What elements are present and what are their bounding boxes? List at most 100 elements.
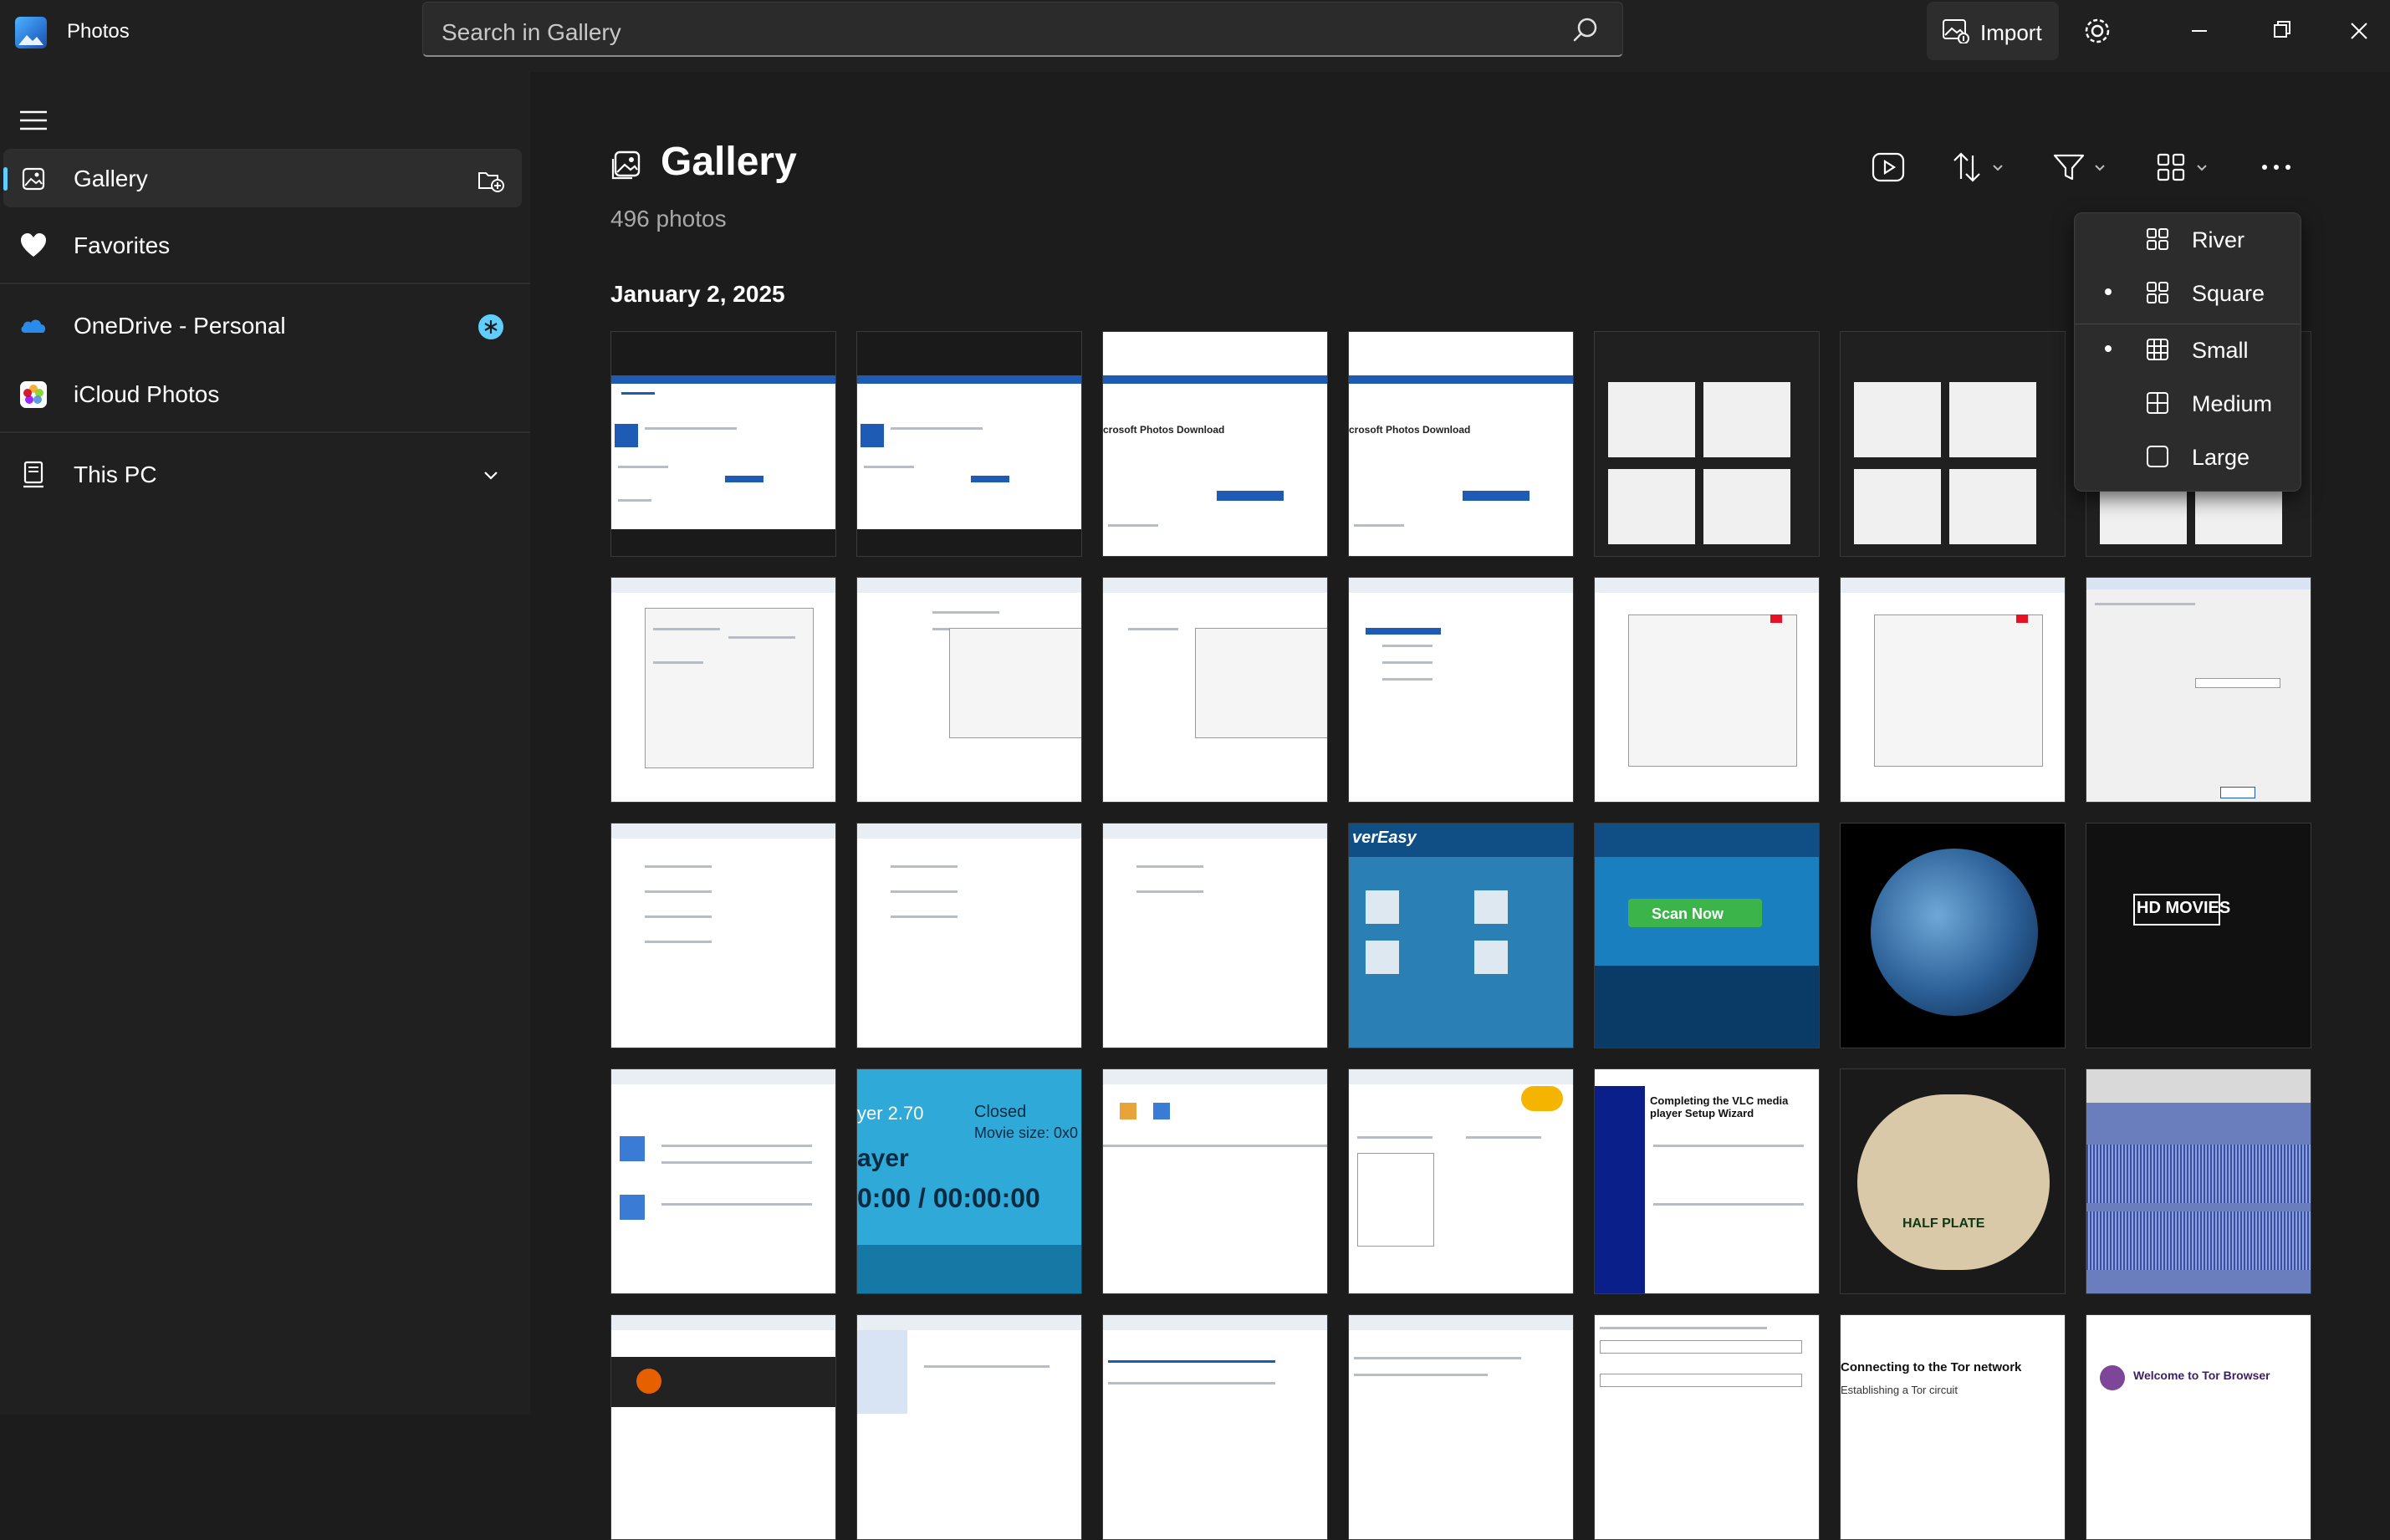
photo-thumbnail[interactable]: HD MOVIES <box>2086 823 2311 1048</box>
photo-thumbnail[interactable]: yer 2.70 Closed Movie size: 0x0 ayer 0:0… <box>856 1068 1082 1294</box>
icloud-photos-icon <box>20 381 47 408</box>
sidebar-item-onedrive[interactable]: OneDrive - Personal <box>3 296 522 354</box>
view-options-menu: River Square Small Medium Large <box>2074 212 2301 492</box>
photo-thumbnail[interactable]: HALF PLATE <box>1840 1068 2066 1294</box>
photo-thumbnail[interactable] <box>1102 577 1328 803</box>
menu-item-label: River <box>2192 227 2245 252</box>
close-button[interactable] <box>2335 10 2385 52</box>
slideshow-icon <box>1872 152 1905 182</box>
sort-icon <box>1953 152 1980 182</box>
photo-thumbnail[interactable] <box>1840 331 2066 557</box>
photo-thumbnail[interactable] <box>610 577 836 803</box>
thumbnail-caption: Scan Now <box>1652 905 1724 922</box>
search-icon[interactable] <box>1572 17 1599 43</box>
photo-thumbnail[interactable]: Completing the VLC media player Setup Wi… <box>1594 1068 1820 1294</box>
title-bar: Photos Search in Gallery Import <box>0 0 2390 72</box>
sidebar-divider <box>0 283 530 284</box>
medium-grid-icon <box>2147 392 2168 414</box>
active-indicator <box>3 167 8 191</box>
menu-item-label: Square <box>2192 281 2265 306</box>
square-layout-icon <box>2147 282 2168 303</box>
menu-item-small[interactable]: Small <box>2075 324 2301 374</box>
restore-button[interactable] <box>2256 10 2306 52</box>
menu-item-square[interactable]: Square <box>2075 267 2301 317</box>
photo-thumbnail[interactable] <box>1102 823 1328 1048</box>
globe-image <box>1871 849 2038 1016</box>
sidebar-item-label: iCloud Photos <box>74 381 220 407</box>
photo-thumbnail[interactable] <box>1348 1314 1574 1540</box>
filter-button[interactable] <box>2049 147 2107 187</box>
photo-thumbnail[interactable] <box>1102 1068 1328 1294</box>
onedrive-cloud-icon <box>21 319 46 333</box>
import-icon <box>1943 19 1969 43</box>
sidebar-item-this-pc[interactable]: This PC <box>3 445 522 503</box>
photo-thumbnail[interactable] <box>1840 823 2066 1048</box>
menu-item-river[interactable]: River <box>2075 213 2301 263</box>
slideshow-button[interactable] <box>1868 147 1908 187</box>
chevron-down-icon <box>2197 165 2208 171</box>
river-layout-icon <box>2147 228 2168 250</box>
photo-thumbnail[interactable] <box>1594 577 1820 803</box>
photo-thumbnail[interactable] <box>2086 577 2311 803</box>
photo-thumbnail[interactable]: crosoft Photos Download <box>1102 331 1328 557</box>
import-button[interactable]: Import <box>1927 2 2059 60</box>
photo-thumbnail[interactable] <box>856 577 1082 803</box>
gear-icon <box>2085 18 2110 43</box>
selected-indicator <box>2105 288 2112 295</box>
photo-thumbnail[interactable] <box>1594 331 1820 557</box>
gallery-icon <box>22 167 45 191</box>
close-icon <box>2351 23 2367 39</box>
menu-item-large[interactable]: Large <box>2075 431 2301 481</box>
view-options-button[interactable] <box>2151 147 2209 187</box>
photo-count: 496 photos <box>610 206 727 232</box>
chevron-down-icon <box>2095 165 2106 171</box>
photo-thumbnail[interactable]: Connecting to the Tor network Establishi… <box>1840 1314 2066 1540</box>
minimize-button[interactable] <box>2174 10 2224 52</box>
sort-button[interactable] <box>1947 147 2005 187</box>
photo-thumbnail[interactable] <box>610 331 836 557</box>
more-options-button[interactable] <box>2256 147 2296 187</box>
menu-item-medium[interactable]: Medium <box>2075 377 2301 427</box>
date-group-header: January 2, 2025 <box>610 281 785 307</box>
photo-thumbnail[interactable] <box>856 331 1082 557</box>
thumbnail-caption: ayer <box>857 1145 909 1172</box>
thumbnail-caption: yer 2.70 <box>857 1103 924 1124</box>
small-grid-icon <box>2147 339 2168 360</box>
thumbnail-caption: HALF PLATE <box>1902 1216 1985 1231</box>
photo-thumbnail[interactable] <box>610 1068 836 1294</box>
sidebar-item-gallery[interactable]: Gallery <box>3 149 522 207</box>
thumbnail-caption: Completing the VLC media player Setup Wi… <box>1650 1094 1789 1119</box>
photo-thumbnail[interactable] <box>610 823 836 1048</box>
photo-thumbnail[interactable] <box>2086 1068 2311 1294</box>
photo-thumbnail[interactable] <box>610 1314 836 1540</box>
photo-thumbnail[interactable] <box>1840 577 2066 803</box>
photo-thumbnail[interactable] <box>1348 1068 1574 1294</box>
thumbnail-caption: crosoft Photos Download <box>1103 424 1225 436</box>
photo-thumbnail[interactable] <box>1348 577 1574 803</box>
photos-app-icon <box>15 17 47 48</box>
settings-button[interactable] <box>2074 10 2121 52</box>
import-label: Import <box>1980 20 2042 45</box>
photo-thumbnail[interactable] <box>1102 1314 1328 1540</box>
photo-thumbnail[interactable] <box>856 823 1082 1048</box>
photo-thumbnail[interactable]: crosoft Photos Download <box>1348 331 1574 557</box>
sync-status-icon <box>478 314 503 339</box>
filter-icon <box>2053 154 2085 181</box>
chevron-down-icon[interactable] <box>477 461 505 490</box>
sidebar-item-icloud[interactable]: iCloud Photos <box>3 365 522 423</box>
photo-thumbnail[interactable]: Scan Now <box>1594 823 1820 1048</box>
app-title: Photos <box>67 20 130 43</box>
new-folder-icon[interactable] <box>477 166 505 194</box>
search-input[interactable]: Search in Gallery <box>422 2 1623 57</box>
sidebar-item-label: This PC <box>74 461 157 487</box>
hamburger-menu-icon[interactable] <box>17 104 50 137</box>
sidebar-item-label: Favorites <box>74 232 171 258</box>
photo-thumbnail[interactable]: verEasy <box>1348 823 1574 1048</box>
sidebar-item-favorites[interactable]: Favorites <box>3 216 522 274</box>
photo-thumbnail[interactable]: Welcome to Tor Browser <box>2086 1314 2311 1540</box>
sidebar-item-label: Gallery <box>74 166 148 191</box>
menu-item-label: Large <box>2192 445 2250 470</box>
photo-thumbnail[interactable] <box>1594 1314 1820 1540</box>
thumbnail-caption: HD MOVIES <box>2137 899 2231 917</box>
photo-thumbnail[interactable] <box>856 1314 1082 1540</box>
